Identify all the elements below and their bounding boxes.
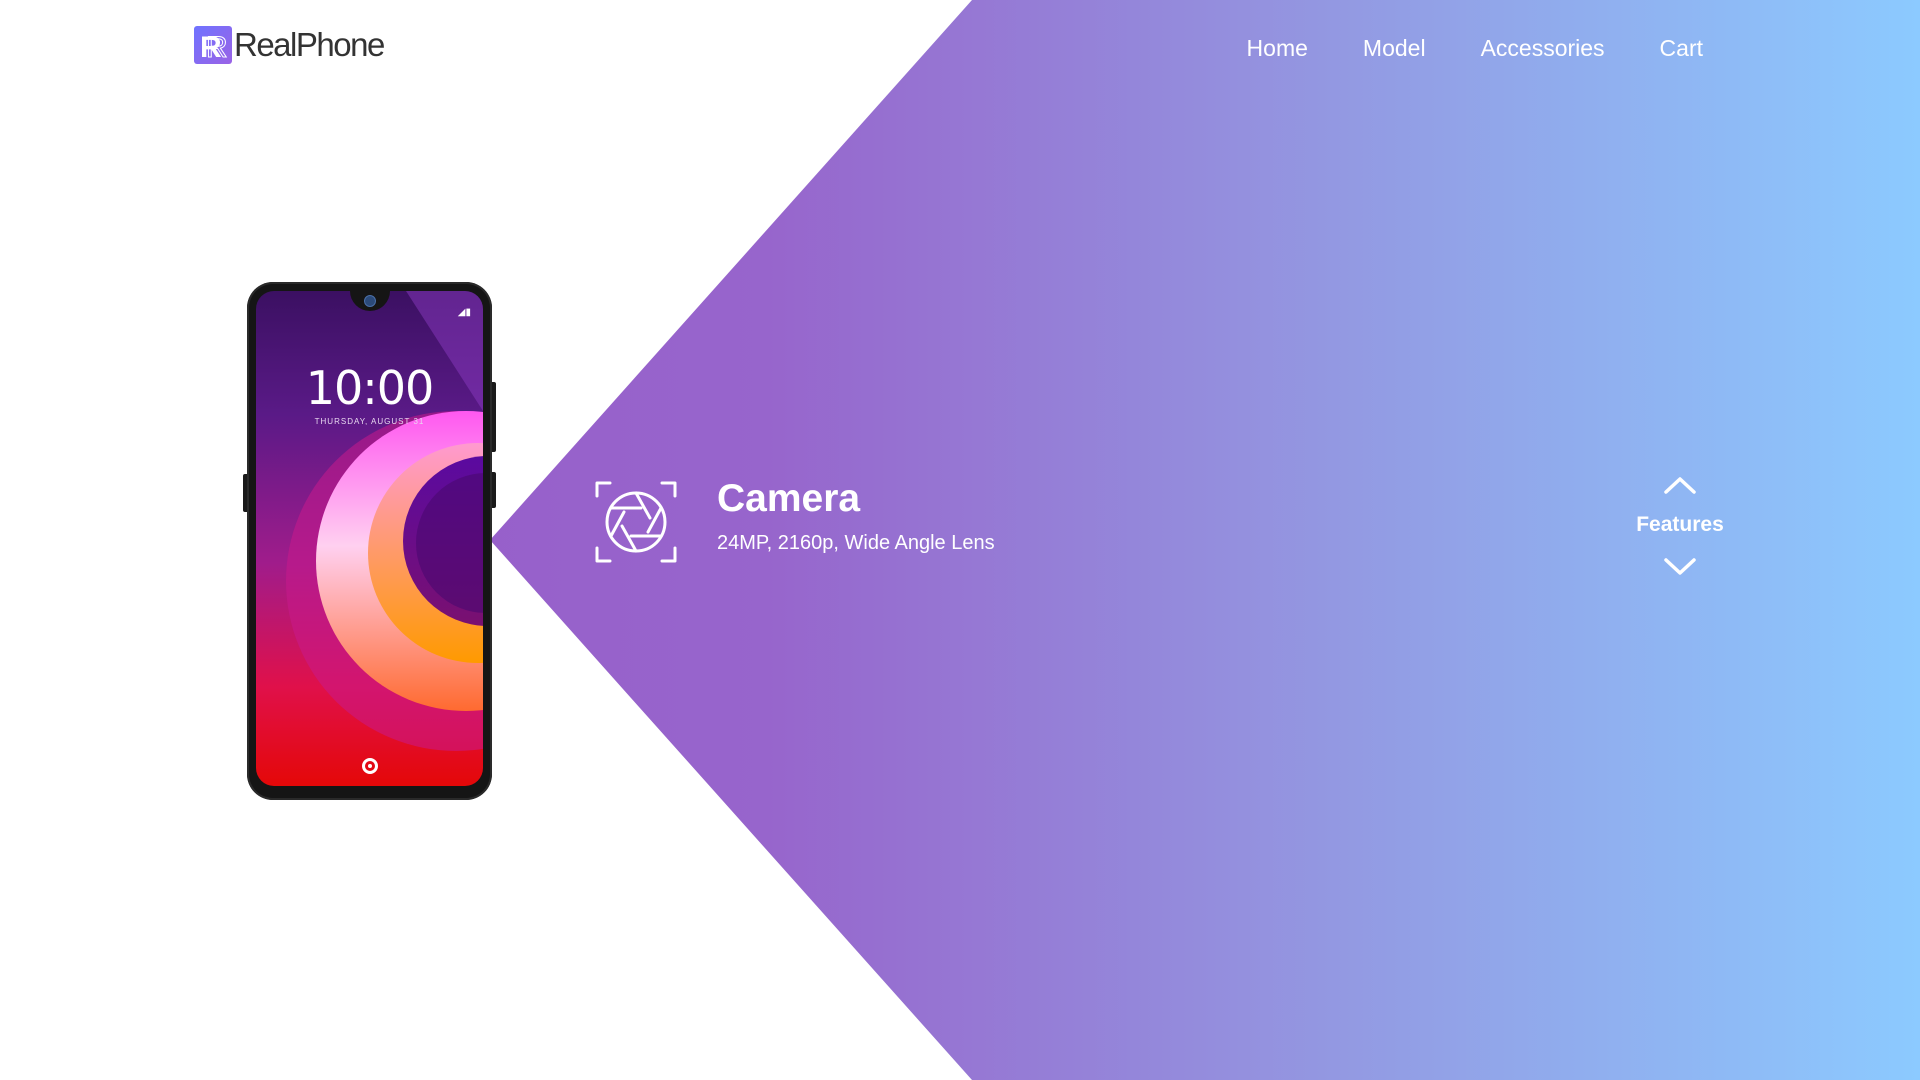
phone-side-button (492, 382, 496, 452)
features-label: Features (1636, 513, 1724, 536)
nav-accessories[interactable]: Accessories (1481, 32, 1605, 64)
phone-clock: 10:00 (305, 361, 435, 415)
svg-text:R: R (206, 31, 228, 64)
phone-date: THURSDAY, AUGUST 31 (314, 417, 425, 426)
feature-description: 24MP, 2160p, Wide Angle Lens (717, 532, 995, 554)
phone-screen: ◢▮ 10:00 THURSDAY, AUGUST 31 (256, 291, 483, 786)
brand-name: RealPhone (234, 26, 385, 63)
feature-title: Camera (717, 477, 861, 520)
phone-image: ◢▮ 10:00 THURSDAY, AUGUST 31 (243, 282, 496, 800)
front-camera-icon (363, 295, 376, 307)
nav-cart[interactable]: Cart (1660, 32, 1703, 64)
phone-side-button (243, 474, 247, 512)
main-nav: Home Model Accessories Cart (1247, 32, 1703, 64)
nav-home[interactable]: Home (1247, 32, 1308, 64)
signal-icon: ◢▮ (457, 307, 471, 318)
home-indicator-icon (361, 758, 378, 774)
page: R R RealPhone Home Model Accessories Car… (0, 0, 1920, 1080)
brand-logo[interactable]: R R RealPhone (194, 26, 385, 64)
features-navigator: Features (1620, 470, 1740, 582)
phone-side-button (492, 472, 496, 508)
camera-aperture-icon (594, 480, 678, 564)
nav-model[interactable]: Model (1363, 32, 1426, 64)
chevron-up-icon[interactable] (1660, 470, 1700, 500)
realphone-logo-icon: R R (194, 26, 232, 64)
chevron-down-icon[interactable] (1660, 552, 1700, 582)
